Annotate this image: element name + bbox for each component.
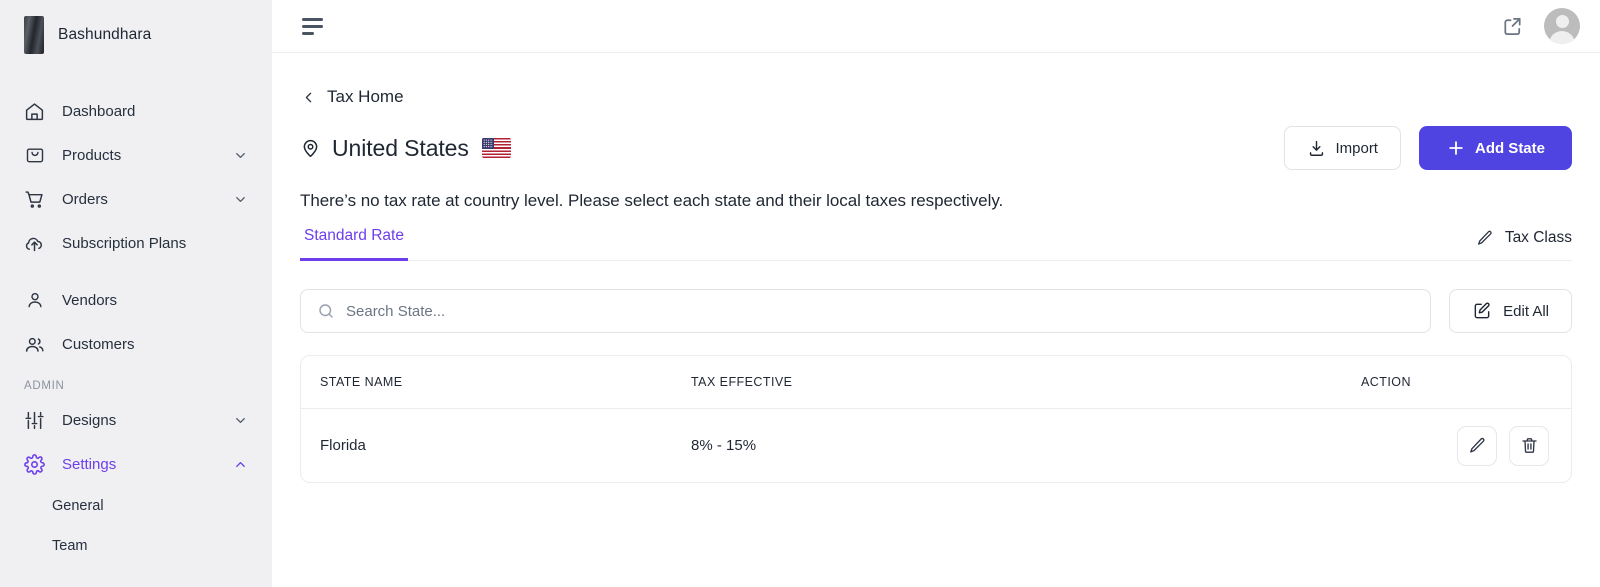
sidebar-item-orders[interactable]: Orders xyxy=(0,177,272,221)
main-area: Tax Home United States Import Add State … xyxy=(272,0,1600,587)
chevron-down-icon[interactable] xyxy=(233,192,248,207)
hamburger-line xyxy=(302,24,323,28)
sidebar-section-admin: ADMIN xyxy=(24,380,65,392)
sidebar-item-settings[interactable]: Settings xyxy=(0,442,272,486)
pencil-icon xyxy=(1476,229,1494,247)
title-row: United States Import Add State xyxy=(300,126,1572,170)
brand[interactable]: Bashundhara xyxy=(0,0,272,69)
home-icon xyxy=(24,101,45,122)
tabs: Standard Rate xyxy=(300,227,408,261)
avatar-body xyxy=(1549,31,1575,44)
brand-name: Bashundhara xyxy=(58,25,152,43)
table-body: Florida 8% - 15% xyxy=(301,409,1571,483)
sidebar-subitem-general[interactable]: General xyxy=(0,486,272,526)
table: STATE NAME TAX EFFECTIVE ACTION Florida … xyxy=(301,356,1571,482)
page-actions: Import Add State xyxy=(1284,126,1572,170)
table-header-row: STATE NAME TAX EFFECTIVE ACTION xyxy=(301,356,1571,409)
tabs-row: Standard Rate Tax Class xyxy=(300,227,1572,261)
flag-canton xyxy=(481,138,495,149)
table-toolbar: Edit All xyxy=(300,289,1572,333)
breadcrumb[interactable]: Tax Home xyxy=(300,87,1572,107)
add-state-button[interactable]: Add State xyxy=(1418,126,1572,170)
sidebar-item-label: Orders xyxy=(62,190,108,208)
us-flag-icon xyxy=(481,138,511,158)
tab-standard-rate[interactable]: Standard Rate xyxy=(300,227,408,261)
avatar-head xyxy=(1555,15,1569,28)
users-icon xyxy=(24,334,45,355)
search-box[interactable] xyxy=(300,289,1432,333)
plus-icon xyxy=(1446,138,1466,158)
sidebar-item-label: Vendors xyxy=(62,291,118,309)
sidebar-item-dashboard[interactable]: Dashboard xyxy=(0,89,272,133)
page-title-text: United States xyxy=(332,134,469,161)
tax-class-button[interactable]: Tax Class xyxy=(1476,229,1572,260)
sidebar-subitem-label: Team xyxy=(52,538,88,554)
external-link-icon[interactable] xyxy=(1501,15,1524,38)
page-subtitle: There’s no tax rate at country level. Pl… xyxy=(300,191,1004,210)
chevron-down-icon[interactable] xyxy=(233,413,248,428)
chevron-down-icon[interactable] xyxy=(233,148,248,163)
edit-row-button[interactable] xyxy=(1457,425,1497,466)
sidebar-subitem-team[interactable]: Team xyxy=(0,526,272,566)
chevron-up-icon[interactable] xyxy=(233,457,248,472)
sidebar-item-subscription-plans[interactable]: Subscription Plans xyxy=(0,221,272,265)
tab-label: Standard Rate xyxy=(304,227,404,244)
sidebar-item-label: Customers xyxy=(62,335,135,353)
table-row[interactable]: Florida 8% - 15% xyxy=(301,409,1571,483)
edit-square-icon xyxy=(1472,301,1492,321)
sidebar-item-products[interactable]: Products xyxy=(0,133,272,177)
sidebar: Bashundhara Dashboard Products Orders Su… xyxy=(0,0,272,587)
trash-icon xyxy=(1520,436,1539,455)
cell-actions xyxy=(1361,409,1571,482)
bag-icon xyxy=(24,145,45,166)
sliders-icon xyxy=(24,410,45,431)
edit-all-button[interactable]: Edit All xyxy=(1449,289,1572,333)
download-icon xyxy=(1307,139,1326,158)
delete-row-button[interactable] xyxy=(1509,425,1549,466)
cell-state-name: Florida xyxy=(320,437,366,454)
topbar xyxy=(272,0,1600,53)
sidebar-item-label: Subscription Plans xyxy=(62,234,187,252)
sidebar-item-designs[interactable]: Designs xyxy=(0,398,272,442)
table-head: STATE NAME TAX EFFECTIVE ACTION xyxy=(301,356,1571,409)
sidebar-item-label: Settings xyxy=(62,455,117,473)
page-title: United States xyxy=(300,135,511,162)
hamburger-line xyxy=(302,31,314,35)
breadcrumb-label: Tax Home xyxy=(327,87,404,106)
cart-icon xyxy=(24,189,45,210)
search-icon xyxy=(317,302,335,320)
sidebar-item-label: Products xyxy=(62,146,122,164)
pencil-icon xyxy=(1468,436,1487,455)
hamburger-line xyxy=(302,17,323,21)
chevron-left-icon[interactable] xyxy=(300,89,317,106)
column-header-state-name: STATE NAME xyxy=(301,356,691,409)
column-header-tax-effective: TAX EFFECTIVE xyxy=(691,356,1361,409)
location-pin-icon xyxy=(300,138,321,159)
add-state-button-label: Add State xyxy=(1474,139,1545,157)
sidebar-item-label: Dashboard xyxy=(62,102,136,120)
column-header-action: ACTION xyxy=(1361,356,1571,409)
sidebar-nav: Dashboard Products Orders Subscription P… xyxy=(0,69,272,566)
page-content: Tax Home United States Import Add State … xyxy=(272,53,1600,587)
states-table: STATE NAME TAX EFFECTIVE ACTION Florida … xyxy=(300,355,1572,483)
search-input[interactable] xyxy=(346,302,1415,320)
hamburger-icon[interactable] xyxy=(300,14,325,39)
topbar-actions xyxy=(1501,8,1580,44)
user-icon xyxy=(24,290,45,311)
building-logo-icon xyxy=(24,15,44,54)
cell-tax-effective: 8% - 15% xyxy=(691,437,757,454)
sidebar-item-vendors[interactable]: Vendors xyxy=(0,278,272,322)
app-root: Bashundhara Dashboard Products Orders Su… xyxy=(0,0,1600,587)
import-button[interactable]: Import xyxy=(1284,126,1401,170)
tax-class-label: Tax Class xyxy=(1504,229,1572,246)
sidebar-subitem-label: General xyxy=(52,498,104,514)
cloud-upload-icon xyxy=(24,233,45,254)
import-button-label: Import xyxy=(1335,139,1378,157)
avatar[interactable] xyxy=(1544,8,1580,44)
sidebar-item-label: Designs xyxy=(62,411,117,429)
edit-all-label: Edit All xyxy=(1503,302,1549,320)
gear-icon xyxy=(24,453,45,475)
sidebar-item-customers[interactable]: Customers xyxy=(0,322,272,366)
